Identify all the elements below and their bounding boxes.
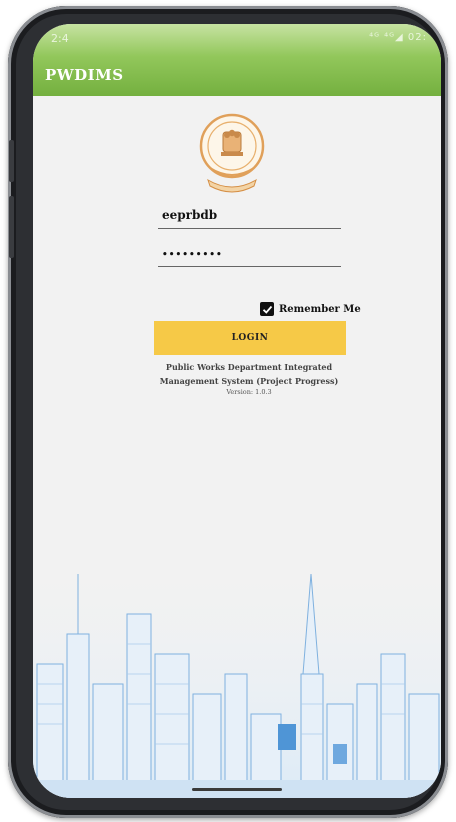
phone-power-button (9, 196, 14, 258)
app-bar: 2:4 ⁴ᴳ ⁴ᴳ◢ 02: PWDIMS (33, 24, 441, 96)
app-description-line2: Management System (Project Progress) (159, 376, 339, 386)
home-indicator[interactable] (192, 788, 282, 791)
city-skyline-illustration (33, 544, 441, 798)
remember-me-row[interactable]: Remember Me (260, 302, 361, 316)
phone-volume-button (9, 140, 14, 182)
version-text: Version: 1.0.3 (226, 388, 272, 396)
remember-me-label: Remember Me (279, 303, 361, 315)
checkmark-icon (262, 305, 272, 314)
login-button[interactable]: LOGIN (154, 321, 346, 355)
status-bar-time: 2:4 (51, 32, 69, 45)
pwd-emblem-icon (199, 113, 265, 193)
app-title: PWDIMS (45, 66, 124, 84)
phone-screen: 2:4 ⁴ᴳ ⁴ᴳ◢ 02: PWDIMS eeprbdb ••••••••• … (33, 24, 441, 798)
status-bar-icons: ⁴ᴳ ⁴ᴳ◢ 02: (369, 32, 427, 43)
password-field[interactable]: ••••••••• (158, 250, 341, 267)
app-description-line1: Public Works Department Integrated (165, 362, 333, 372)
username-field[interactable]: eeprbdb (158, 208, 341, 229)
remember-me-checkbox[interactable] (260, 302, 274, 316)
